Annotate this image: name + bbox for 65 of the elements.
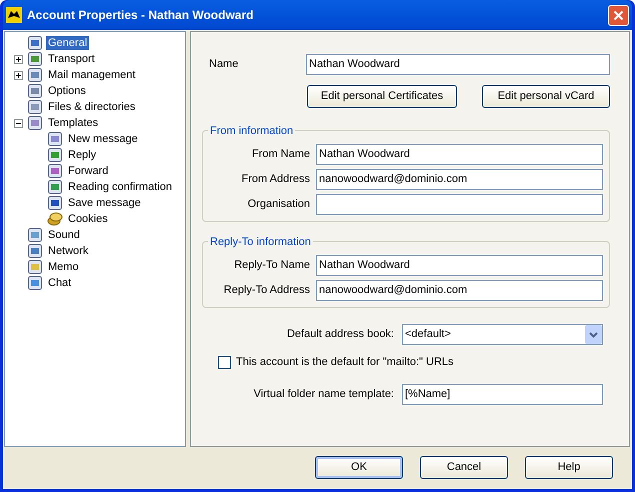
expand-toggle[interactable]: [14, 54, 22, 64]
text-field[interactable]: Nathan Woodward: [316, 144, 603, 165]
tree-item[interactable]: Mail management: [46, 68, 138, 82]
address-book-dropdown[interactable]: <default>: [402, 324, 603, 345]
window-title: Account Properties - Nathan Woodward: [27, 7, 254, 24]
item-icon: [27, 227, 43, 243]
collapse-toggle[interactable]: [14, 118, 22, 128]
tree-item[interactable]: Cookies: [66, 212, 110, 226]
tree-item[interactable]: Files & directories: [46, 100, 138, 114]
item-icon: [47, 147, 63, 163]
item-icon: [27, 83, 43, 99]
field-label: From Address: [240, 172, 311, 188]
address-book-label: Default address book:: [286, 327, 395, 342]
tree-item[interactable]: Templates: [46, 116, 100, 130]
tree-item[interactable]: Reply: [66, 148, 98, 162]
item-icon: [27, 243, 43, 259]
checkbox-label[interactable]: This account is the default for "mailto:" URLs: [236, 354, 454, 370]
field-label: From Name: [250, 147, 311, 162]
text-field[interactable]: [%Name]: [402, 384, 603, 404]
dialog-button[interactable]: Edit personal vCard: [482, 85, 610, 108]
tree-item[interactable]: Forward: [66, 164, 110, 178]
tree-item[interactable]: Network: [46, 244, 90, 258]
text-field[interactable]: [316, 194, 603, 215]
item-icon: [27, 35, 43, 51]
close-button[interactable]: [608, 4, 629, 26]
virtual-folder-label: Virtual folder name template:: [252, 386, 395, 402]
item-icon: [47, 131, 63, 147]
field-label: Reply-To Address: [222, 283, 311, 298]
item-icon: [27, 259, 43, 275]
tree-item[interactable]: Sound: [46, 228, 82, 242]
group-title: Reply-To information: [208, 234, 313, 250]
tree-item[interactable]: Chat: [46, 276, 74, 290]
coins-icon: [47, 211, 63, 227]
checkbox[interactable]: [218, 356, 231, 369]
text-field[interactable]: Nathan Woodward: [306, 54, 610, 75]
item-icon: [27, 51, 43, 67]
tree-item[interactable]: New message: [66, 132, 140, 146]
item-icon: [27, 67, 43, 83]
tree-item[interactable]: General: [46, 36, 90, 50]
item-icon: [27, 275, 43, 291]
item-icon: [47, 179, 63, 195]
expand-toggle[interactable]: [14, 70, 22, 80]
plus-icon: [14, 56, 22, 62]
tree-item[interactable]: Reading confirmation: [66, 180, 174, 194]
tree-item[interactable]: Options: [46, 84, 88, 98]
item-icon: [47, 163, 63, 179]
plus-icon: [14, 72, 22, 78]
close-icon: [613, 10, 624, 20]
tree-item[interactable]: Memo: [46, 260, 81, 274]
text-field[interactable]: nanowoodward@dominio.com: [316, 169, 603, 190]
name-label: Name: [209, 57, 240, 72]
tree-item[interactable]: Transport: [46, 52, 97, 66]
dialog-button[interactable]: Edit personal Certificates: [307, 85, 457, 108]
dialog-button[interactable]: OK: [315, 456, 403, 479]
dialog-button[interactable]: Cancel: [420, 456, 508, 479]
app-icon: [6, 7, 22, 23]
item-icon: [27, 115, 43, 131]
text-field[interactable]: Nathan Woodward: [316, 255, 603, 276]
tree-item[interactable]: Save message: [66, 196, 143, 210]
item-icon: [27, 99, 43, 115]
field-label: Organisation: [246, 197, 311, 212]
dialog-button[interactable]: Help: [525, 456, 613, 479]
text-field[interactable]: nanowoodward@dominio.com: [316, 280, 603, 301]
field-label: Reply-To Name: [233, 258, 311, 274]
item-icon: [47, 195, 63, 211]
